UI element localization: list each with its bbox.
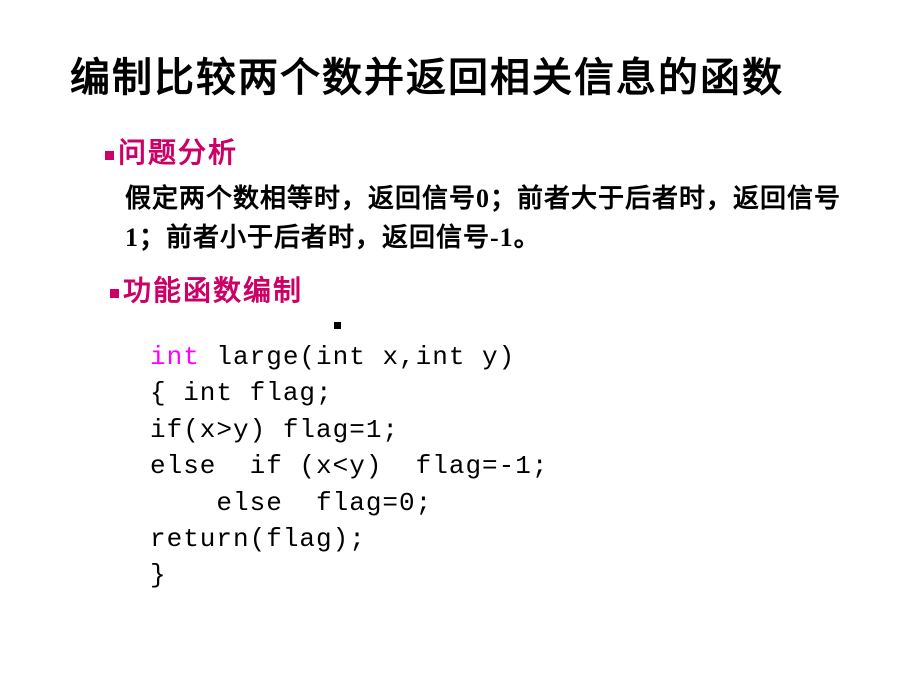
bullet-icon xyxy=(105,151,114,160)
section-analysis-header: 问题分析 xyxy=(105,131,850,171)
code-line-3: if(x>y) flag=1; xyxy=(150,412,850,448)
section-function-header: 功能函数编制 xyxy=(110,269,850,309)
code-line-5: else flag=0; xyxy=(150,485,850,521)
bullet-icon xyxy=(110,289,119,298)
slide-container: 编制比较两个数并返回相关信息的函数 问题分析 假定两个数相等时，返回信号0；前者… xyxy=(0,0,920,690)
code-block: int large(int x,int y) { int flag; if(x>… xyxy=(150,339,850,594)
slide-title: 编制比较两个数并返回相关信息的函数 xyxy=(70,45,850,103)
section2-label: 功能函数编制 xyxy=(123,276,303,307)
keyword-int: int xyxy=(150,342,200,372)
code-line-1-rest: large(int x,int y) xyxy=(200,342,515,372)
code-line-1: int large(int x,int y) xyxy=(150,339,850,375)
code-line-7: } xyxy=(150,557,850,593)
section1-label: 问题分析 xyxy=(118,138,238,169)
code-line-4: else if (x<y) flag=-1; xyxy=(150,448,850,484)
marker-dot xyxy=(334,322,341,329)
code-line-6: return(flag); xyxy=(150,521,850,557)
code-line-2: { int flag; xyxy=(150,375,850,411)
analysis-text: 假定两个数相等时，返回信号0；前者大于后者时，返回信号1；前者小于后者时，返回信… xyxy=(125,179,850,257)
